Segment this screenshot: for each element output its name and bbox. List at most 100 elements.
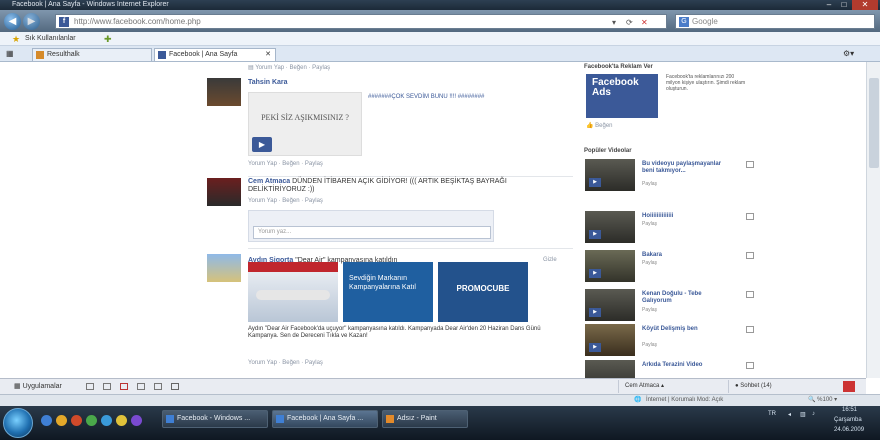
app-quicklaunch-icon[interactable] bbox=[116, 415, 127, 426]
video-item[interactable]: ▶ Arkıda Terazini Video bbox=[584, 360, 764, 378]
events-icon[interactable] bbox=[120, 383, 128, 390]
language-indicator[interactable]: TR bbox=[768, 411, 776, 417]
back-button[interactable]: ◀ bbox=[4, 13, 21, 30]
video-item[interactable]: ▶ Köyüt Delişmiş ben Paylaş bbox=[584, 324, 764, 358]
search-placeholder: Google bbox=[692, 17, 718, 26]
post-actions[interactable]: Yorum Yap · Beğen · Paylaş bbox=[248, 161, 323, 167]
minimize-button[interactable]: – bbox=[822, 0, 836, 10]
ie-quicklaunch-icon[interactable] bbox=[41, 415, 52, 426]
start-button[interactable] bbox=[3, 408, 33, 438]
tools-icon[interactable]: ⚙▾ bbox=[843, 49, 854, 58]
ad-airline-image[interactable] bbox=[248, 262, 338, 322]
video-thumb[interactable]: ▶ bbox=[585, 324, 635, 356]
video-item[interactable]: ▶ Hoiiiiiiiiiiiiii Paylaş bbox=[584, 211, 764, 245]
bookmark-icon[interactable] bbox=[86, 383, 94, 390]
share-icon[interactable] bbox=[746, 291, 754, 298]
notes-icon[interactable] bbox=[137, 383, 145, 390]
share-icon[interactable] bbox=[746, 362, 754, 369]
video-thumb[interactable]: ▶ bbox=[585, 211, 635, 243]
taskbar-button-ie-2[interactable]: Facebook | Ana Sayfa ... bbox=[272, 410, 378, 428]
video-item[interactable]: ▶ Bakara Paylaş bbox=[584, 250, 764, 284]
maximize-button[interactable]: □ bbox=[837, 0, 851, 10]
video-thumbnail[interactable]: PEKİ SİZ AŞIKMISINIZ ? ▶ bbox=[248, 92, 362, 156]
post-author[interactable]: Tahsin Kara bbox=[248, 79, 288, 86]
ad-promocube-image[interactable]: PROMOCUBE bbox=[438, 262, 528, 322]
video-item[interactable]: ▶ Kenan Doğulu - Tebe Galıyorum Paylaş bbox=[584, 289, 764, 323]
share-icon[interactable] bbox=[746, 213, 754, 220]
app-quicklaunch-icon[interactable] bbox=[101, 415, 112, 426]
video-icon[interactable] bbox=[171, 383, 179, 390]
avatar[interactable] bbox=[207, 78, 241, 106]
links-icon[interactable] bbox=[154, 383, 162, 390]
clock-time[interactable]: 16:51 bbox=[842, 407, 857, 413]
post-actions[interactable]: Yorum Yap · Beğen · Paylaş bbox=[248, 198, 323, 204]
forward-button[interactable]: ▶ bbox=[23, 13, 40, 30]
app-quicklaunch-icon[interactable] bbox=[86, 415, 97, 426]
close-button[interactable]: ✕ bbox=[852, 0, 878, 10]
share-icon[interactable] bbox=[746, 252, 754, 259]
avatar[interactable] bbox=[207, 254, 241, 282]
video-item[interactable]: ▶ Bu videoyu paylaşmayanlar beni takmıyo… bbox=[584, 159, 764, 193]
share-icon[interactable] bbox=[746, 326, 754, 333]
shared-link[interactable]: #######ÇOK SEVDİM BUNU !!!! ######## bbox=[368, 94, 558, 100]
photos-icon[interactable] bbox=[103, 383, 111, 390]
play-icon[interactable]: ▶ bbox=[252, 137, 272, 152]
clock-day: Çarşamba bbox=[834, 417, 862, 423]
hide-link[interactable]: Gizle bbox=[543, 257, 557, 263]
play-icon: ▶ bbox=[589, 343, 601, 352]
video-title[interactable]: Bu videoyu paylaşmayanlar beni takmıyor.… bbox=[642, 161, 732, 175]
online-friends-button[interactable]: ● Sohbet (14) bbox=[728, 380, 778, 393]
facebook-ads-logo[interactable]: Facebook Ads bbox=[586, 74, 658, 118]
page-scrollbar[interactable] bbox=[866, 62, 880, 378]
video-title[interactable]: Kenan Doğulu - Tebe Galıyorum bbox=[642, 291, 732, 305]
post-author[interactable]: Cem Atmaca bbox=[248, 178, 290, 185]
video-meta[interactable]: Paylaş bbox=[642, 342, 732, 348]
feed-meta-top: ▤ Yorum Yap · Beğen · Paylaş bbox=[248, 65, 331, 71]
comment-input[interactable]: Yorum yaz... bbox=[253, 226, 491, 239]
applications-button[interactable]: ▦ Uygulamalar bbox=[14, 379, 62, 394]
quick-tabs-icon[interactable]: ▦ bbox=[6, 49, 14, 58]
zoom-level[interactable]: 🔍 %100 ▾ bbox=[808, 395, 837, 406]
address-url: http://www.facebook.com/home.php bbox=[74, 17, 201, 26]
video-thumb[interactable]: ▶ bbox=[585, 250, 635, 282]
taskbar-button-ie-1[interactable]: Facebook - Windows ... bbox=[162, 410, 268, 428]
tab-close-icon[interactable]: ✕ bbox=[265, 49, 271, 61]
video-title[interactable]: Arkıda Terazini Video bbox=[642, 362, 732, 369]
dropdown-arrow-icon[interactable]: ▾ bbox=[612, 16, 616, 29]
video-title[interactable]: Hoiiiiiiiiiiiiii bbox=[642, 213, 732, 220]
video-title[interactable]: Köyüt Delişmiş ben bbox=[642, 326, 732, 333]
security-zone: İnternet | Korumalı Mod: Açık bbox=[646, 397, 724, 403]
video-thumb[interactable]: ▶ bbox=[585, 360, 635, 378]
media-quicklaunch-icon[interactable] bbox=[71, 415, 82, 426]
favorites-star-icon[interactable]: ★ bbox=[12, 32, 20, 46]
address-bar[interactable]: f http://www.facebook.com/home.php ▾ ⟳ ✕ bbox=[55, 14, 667, 29]
video-meta[interactable]: Paylaş bbox=[642, 221, 732, 227]
post-actions[interactable]: Yorum Yap · Beğen · Paylaş bbox=[248, 360, 323, 366]
network-icon[interactable]: ▥ bbox=[800, 411, 806, 418]
video-thumb[interactable]: ▶ bbox=[585, 159, 635, 191]
video-thumb[interactable]: ▶ bbox=[585, 289, 635, 321]
tab-resulthalk[interactable]: Resulthalk bbox=[32, 48, 152, 61]
scrollbar-thumb[interactable] bbox=[869, 78, 879, 168]
video-meta[interactable]: Paylaş bbox=[642, 260, 732, 266]
search-box[interactable]: G Google bbox=[675, 14, 875, 29]
video-meta[interactable]: Paylaş bbox=[642, 307, 732, 313]
chat-user-button[interactable]: Cem Atmaca ▴ bbox=[618, 380, 670, 393]
ad-campaign-image[interactable]: Sevdiğin Markanın Kampanyalarına Katıl bbox=[343, 262, 433, 322]
refresh-icon[interactable]: ⟳ bbox=[626, 16, 633, 29]
video-meta[interactable]: Paylaş bbox=[642, 181, 732, 187]
ads-like-link[interactable]: 👍 Beğen bbox=[586, 122, 613, 129]
video-title[interactable]: Bakara bbox=[642, 252, 732, 259]
share-icon[interactable] bbox=[746, 161, 754, 168]
app-quicklaunch-icon[interactable] bbox=[131, 415, 142, 426]
favorites-label[interactable]: Sık Kullanılanlar bbox=[25, 32, 76, 46]
add-favorite-icon[interactable]: ✚ bbox=[104, 32, 112, 46]
avatar[interactable] bbox=[207, 178, 241, 206]
notification-icon[interactable] bbox=[843, 381, 855, 392]
explorer-quicklaunch-icon[interactable] bbox=[56, 415, 67, 426]
stop-icon[interactable]: ✕ bbox=[641, 16, 648, 29]
taskbar-button-paint[interactable]: Adsız - Paint bbox=[382, 410, 468, 428]
tab-facebook[interactable]: Facebook | Ana Sayfa ✕ bbox=[154, 48, 276, 61]
volume-icon[interactable]: ♪ bbox=[812, 411, 815, 417]
show-hidden-icons[interactable]: ◂ bbox=[788, 411, 791, 418]
